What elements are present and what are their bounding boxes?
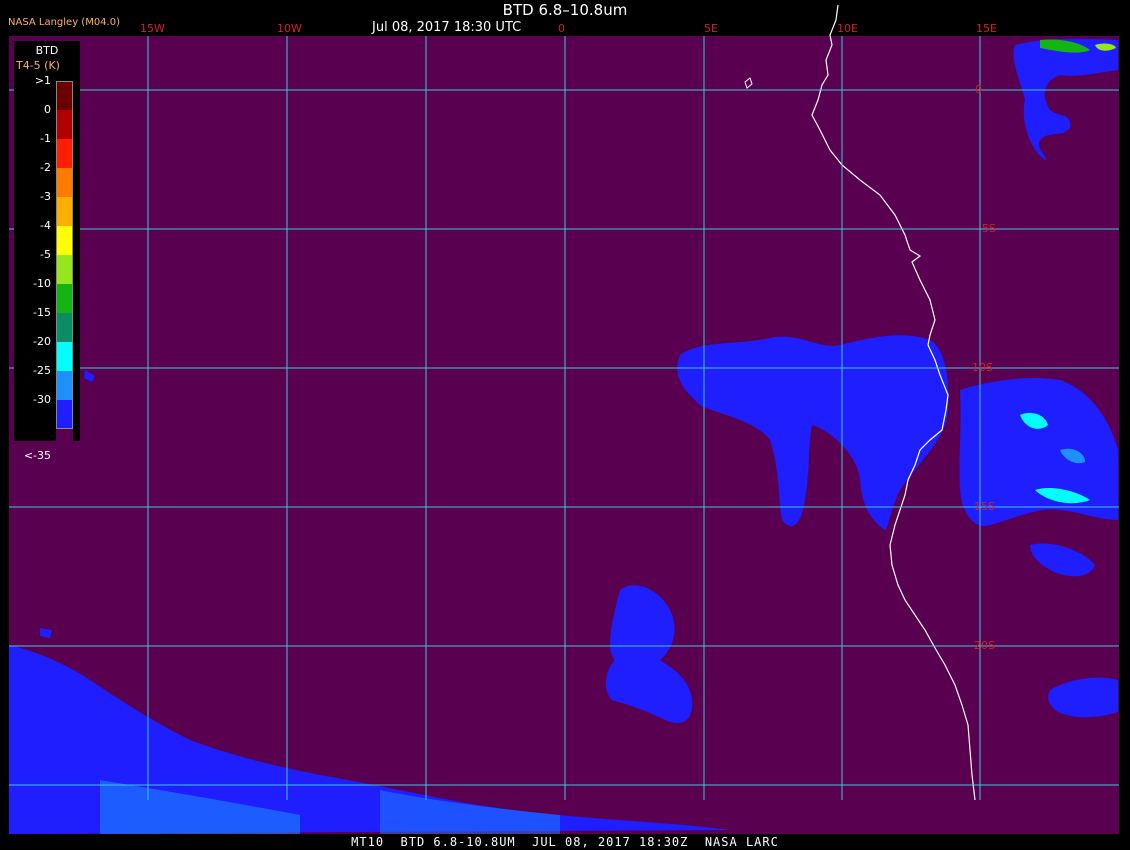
lat-label-0: 0 bbox=[975, 83, 982, 96]
legend-swatch bbox=[56, 226, 73, 255]
lon-label-0: 0 bbox=[558, 22, 565, 35]
lon-label-15e: 15E bbox=[976, 22, 997, 35]
map-title: BTD 6.8–10.8um bbox=[502, 1, 628, 19]
legend-swatch bbox=[56, 400, 73, 429]
legend-title: BTD bbox=[35, 44, 59, 57]
legend-swatch bbox=[56, 139, 73, 168]
legend-swatch bbox=[56, 429, 73, 458]
legend-label: -25 bbox=[33, 364, 51, 377]
legend-label: <-35 bbox=[23, 449, 51, 462]
lat-label-5s: 5S bbox=[982, 222, 996, 235]
legend-label: -10 bbox=[33, 277, 51, 290]
lat-label-20s: 20S bbox=[974, 639, 995, 652]
lon-label-10e: 10E bbox=[837, 22, 858, 35]
map-datetime: Jul 08, 2017 18:30 UTC bbox=[372, 20, 522, 35]
legend-label: -20 bbox=[33, 335, 51, 348]
lat-label-15s: 15S bbox=[974, 500, 995, 513]
legend-label: -15 bbox=[33, 306, 51, 319]
map-background bbox=[9, 36, 1119, 834]
legend-label: >1 bbox=[34, 74, 51, 87]
lat-label-10s: 10S bbox=[972, 361, 993, 374]
legend-swatch bbox=[56, 110, 73, 139]
lon-label-15w: 15W bbox=[140, 22, 165, 35]
lon-label-10w: 10W bbox=[277, 22, 302, 35]
legend-label: 0 bbox=[44, 103, 51, 116]
legend-label: -1 bbox=[40, 132, 51, 145]
legend-label: -4 bbox=[40, 219, 51, 232]
footer-caption: MT10 BTD 6.8-10.8UM JUL 08, 2017 18:30Z … bbox=[351, 835, 779, 849]
legend-swatch bbox=[56, 371, 73, 400]
legend-label: -30 bbox=[33, 393, 51, 406]
legend-swatch bbox=[56, 284, 73, 313]
legend-swatch bbox=[56, 168, 73, 197]
org-label: NASA Langley (M04.0) bbox=[8, 17, 120, 28]
legend-label: -5 bbox=[40, 248, 51, 261]
legend-label: -3 bbox=[40, 190, 51, 203]
legend-label: -2 bbox=[40, 161, 51, 174]
satellite-map bbox=[9, 4, 1119, 834]
legend-swatch bbox=[56, 313, 73, 342]
legend-swatch bbox=[56, 342, 73, 371]
legend-unit: T4-5 (K) bbox=[16, 59, 60, 72]
legend-swatch bbox=[56, 81, 73, 110]
legend-swatch bbox=[56, 197, 73, 226]
lon-label-5e: 5E bbox=[704, 22, 718, 35]
legend-swatch bbox=[56, 255, 73, 284]
color-legend: BTD T4-5 (K) >1 0 -1 -2 -3 -4 -5 -10 -15 -20 -25 -3… bbox=[14, 41, 80, 462]
